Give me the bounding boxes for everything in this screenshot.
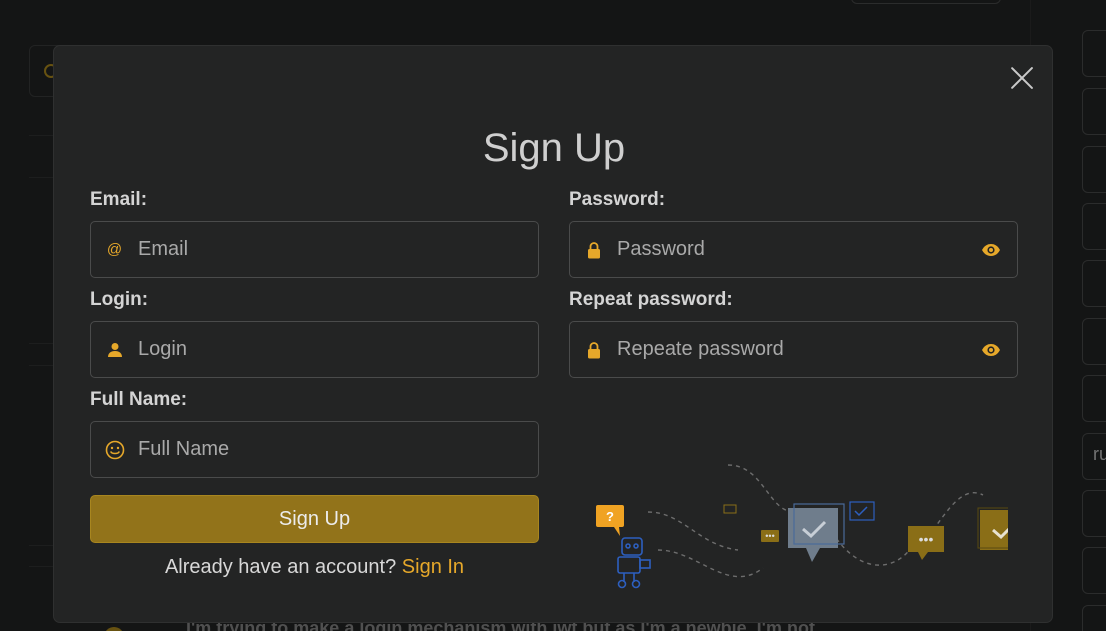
- chat-robot-illustration: ? ••• •••: [596, 464, 1008, 589]
- signin-prompt-text: Already have an account?: [164, 556, 397, 578]
- signin-link[interactable]: Sign In: [402, 556, 464, 578]
- repeat-password-field[interactable]: [569, 321, 1018, 378]
- svg-text:?: ?: [606, 509, 614, 524]
- signup-modal: Sign Up Email: @ Login: Full Name: Passw…: [53, 45, 1053, 623]
- login-field[interactable]: [90, 321, 539, 378]
- password-label: Password:: [569, 189, 666, 210]
- user-icon: [91, 342, 138, 358]
- close-icon[interactable]: [1008, 63, 1036, 91]
- password-input[interactable]: [617, 222, 965, 277]
- lock-icon: [570, 241, 617, 259]
- repeat-password-input[interactable]: [617, 322, 965, 377]
- full-name-label: Full Name:: [90, 389, 188, 410]
- full-name-field[interactable]: [90, 421, 539, 478]
- at-icon: @: [106, 241, 123, 258]
- page-title: Sign Up: [482, 126, 626, 170]
- smiley-icon: [91, 440, 138, 460]
- lock-icon: [570, 341, 617, 359]
- email-label: Email:: [90, 189, 148, 210]
- email-field[interactable]: @: [90, 221, 539, 278]
- login-label: Login:: [90, 289, 149, 310]
- full-name-input[interactable]: [138, 422, 538, 477]
- signup-button[interactable]: Sign Up: [90, 495, 539, 543]
- svg-text:•••: •••: [919, 531, 934, 547]
- eye-icon[interactable]: [965, 243, 1017, 257]
- login-input[interactable]: [138, 322, 538, 377]
- signin-prompt-row: Already have an account? Sign In: [90, 556, 539, 579]
- eye-icon[interactable]: [965, 343, 1017, 357]
- password-field[interactable]: [569, 221, 1018, 278]
- email-input[interactable]: [138, 222, 538, 277]
- svg-text:•••: •••: [765, 531, 774, 541]
- repeat-password-label: Repeat password:: [569, 289, 733, 310]
